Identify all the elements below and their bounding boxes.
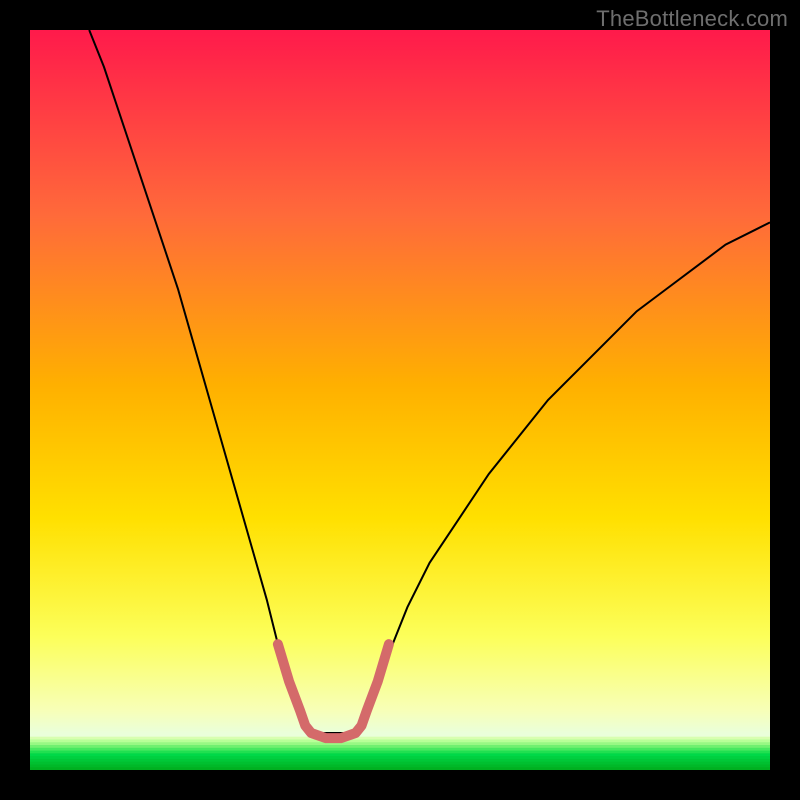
gradient-background — [30, 30, 770, 770]
plot-svg — [30, 30, 770, 770]
bottom-stripes — [30, 737, 770, 770]
chart-frame: TheBottleneck.com — [0, 0, 800, 800]
plot-area — [30, 30, 770, 770]
watermark-text: TheBottleneck.com — [596, 6, 788, 32]
